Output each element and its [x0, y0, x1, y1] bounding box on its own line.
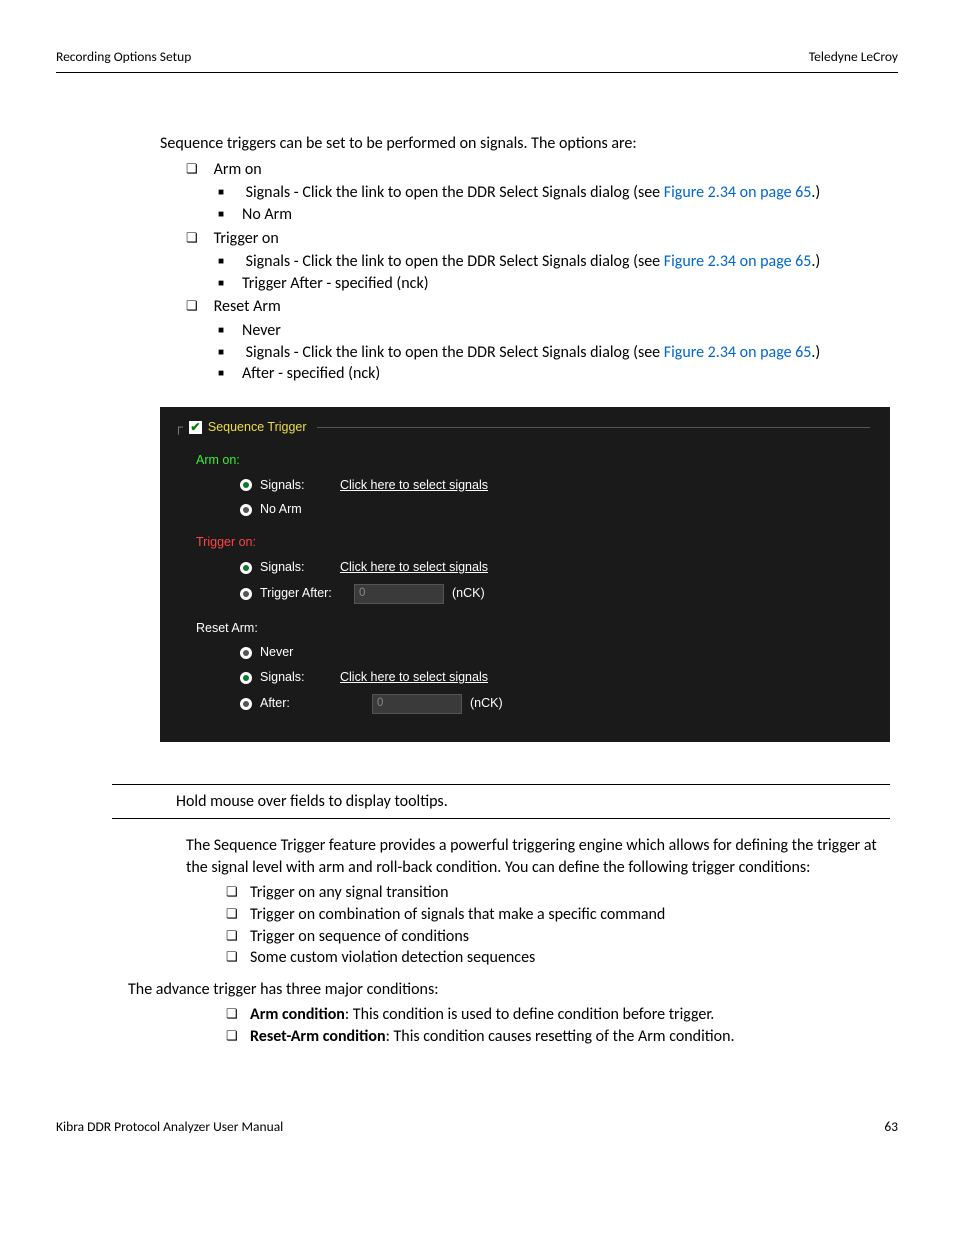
arm-signals-radio[interactable]	[240, 479, 252, 491]
arm-signals-link-ui[interactable]: Click here to select signals	[340, 477, 488, 494]
reset-arm-label: Reset Arm:	[196, 620, 870, 637]
rst-after-unit: (nCK)	[470, 695, 503, 712]
trg-signals-label: Signals:	[260, 559, 332, 576]
tooltip-hint: Hold mouse over fields to display toolti…	[112, 784, 890, 820]
arm-cond-label: Arm condition	[250, 1005, 345, 1024]
trg-after: Trigger After - specified (nck)	[242, 274, 429, 293]
rst-signals-post: .)	[811, 343, 820, 362]
advance-conditions: Arm condition: This condition is used to…	[200, 1004, 890, 1047]
group-title: Sequence Trigger	[208, 419, 307, 436]
group-line	[317, 427, 870, 428]
rst-never-label: Never	[260, 644, 332, 661]
trg-after-input[interactable]: 0	[354, 584, 444, 604]
options-list: Arm on Signals - Click the link to open …	[160, 159, 890, 385]
reset-never: Never	[242, 321, 281, 340]
arm-noarm-radio[interactable]	[240, 504, 252, 516]
footer-right: 63	[884, 1118, 898, 1136]
cond-4: Some custom violation detection sequence…	[250, 948, 535, 967]
trg-signals-post: .)	[811, 252, 820, 271]
page-footer: Kibra DDR Protocol Analyzer User Manual …	[56, 1118, 898, 1136]
page-header: Recording Options Setup Teledyne LeCroy	[56, 48, 898, 73]
trg-after-radio[interactable]	[240, 588, 252, 600]
description: The Sequence Trigger feature provides a …	[186, 835, 890, 878]
advance-intro: The advance trigger has three major cond…	[128, 979, 890, 1001]
reset-arm-title: Reset Arm	[214, 297, 281, 316]
trg-signals-pre: Signals - Click the link to open the DDR…	[246, 252, 664, 271]
body-content: Sequence triggers can be set to be perfo…	[160, 133, 890, 1047]
trg-after-label: Trigger After:	[260, 585, 346, 602]
trg-after-unit: (nCK)	[452, 585, 485, 602]
rst-signals-radio[interactable]	[240, 672, 252, 684]
intro-text: Sequence triggers can be set to be perfo…	[160, 133, 890, 155]
arm-signals-label: Signals:	[260, 477, 332, 494]
trigger-on-title: Trigger on	[214, 229, 279, 248]
arm-signals-pre: Signals - Click the link to open the DDR…	[246, 183, 664, 202]
rst-after-radio[interactable]	[240, 698, 252, 710]
trigger-conditions: Trigger on any signal transition Trigger…	[200, 882, 890, 968]
rst-after-label: After:	[260, 695, 332, 712]
sequence-trigger-panel: ┌ ✔ Sequence Trigger Arm on: Signals: Cl…	[160, 407, 890, 742]
cond-1: Trigger on any signal transition	[250, 883, 449, 902]
arm-on-title: Arm on	[214, 160, 262, 179]
rst-never-radio[interactable]	[240, 647, 252, 659]
trg-signals-link[interactable]: Figure 2.34 on page 65	[664, 252, 812, 271]
arm-on-label: Arm on:	[196, 452, 870, 469]
trg-signals-radio[interactable]	[240, 562, 252, 574]
header-right: Teledyne LeCroy	[809, 48, 898, 66]
arm-cond-text: : This condition is used to define condi…	[345, 1005, 714, 1024]
arm-noarm: No Arm	[242, 205, 292, 224]
arm-signals-link[interactable]: Figure 2.34 on page 65	[664, 183, 812, 202]
trigger-on-label: Trigger on:	[196, 534, 870, 551]
sequence-trigger-checkbox[interactable]: ✔	[189, 421, 202, 434]
header-left: Recording Options Setup	[56, 48, 191, 66]
rst-signals-link[interactable]: Figure 2.34 on page 65	[664, 343, 812, 362]
arm-noarm-label: No Arm	[260, 501, 332, 518]
arm-signals-post: .)	[811, 183, 820, 202]
rst-signals-label: Signals:	[260, 669, 332, 686]
rst-signals-pre: Signals - Click the link to open the DDR…	[246, 343, 664, 362]
rst-signals-link-ui[interactable]: Click here to select signals	[340, 669, 488, 686]
footer-left: Kibra DDR Protocol Analyzer User Manual	[56, 1118, 283, 1136]
cond-3: Trigger on sequence of conditions	[250, 927, 469, 946]
reset-cond-label: Reset-Arm condition	[250, 1027, 386, 1046]
rst-after-input[interactable]: 0	[372, 694, 462, 714]
reset-after: After - specified (nck)	[242, 364, 380, 383]
reset-cond-text: : This condition causes resetting of the…	[386, 1027, 735, 1046]
trg-signals-link-ui[interactable]: Click here to select signals	[340, 559, 488, 576]
corner-icon: ┌	[174, 419, 183, 436]
cond-2: Trigger on combination of signals that m…	[250, 905, 665, 924]
